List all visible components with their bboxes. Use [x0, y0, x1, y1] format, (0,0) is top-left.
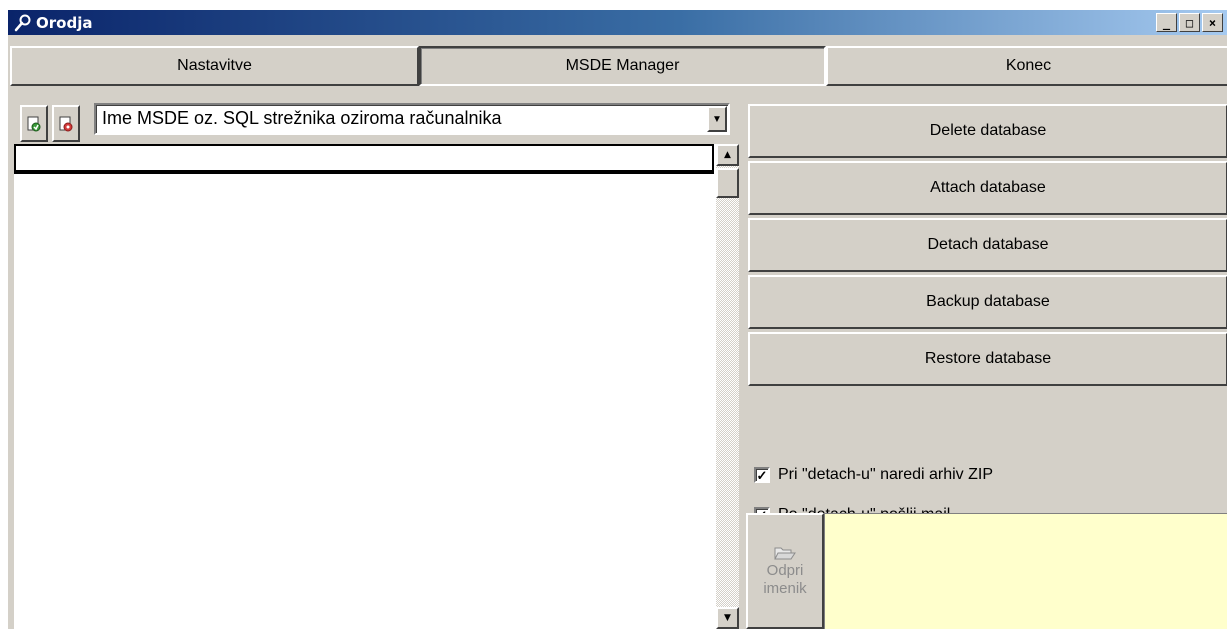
backup-database-button[interactable]: Backup database — [748, 275, 1227, 329]
zip-archive-label: Pri "detach-u" naredi arhiv ZIP — [778, 466, 994, 483]
open-folder-label-1: Odpri — [766, 562, 804, 579]
delete-database-button[interactable]: Delete database — [748, 104, 1227, 158]
disconnect-server-button[interactable] — [52, 105, 80, 142]
close-button[interactable]: × — [1202, 13, 1223, 32]
window-title: Orodja — [36, 13, 93, 32]
server-name-combo[interactable]: Ime MSDE oz. SQL strežnika oziroma račun… — [94, 103, 730, 135]
detach-database-button[interactable]: Detach database — [748, 218, 1227, 272]
attach-database-button[interactable]: Attach database — [748, 161, 1227, 215]
list-item[interactable] — [14, 144, 714, 174]
connect-server-button[interactable] — [20, 105, 48, 142]
tab-nastavitve[interactable]: Nastavitve — [10, 46, 419, 86]
maximize-button[interactable]: □ — [1179, 13, 1200, 32]
zip-archive-option[interactable]: ✓ Pri "detach-u" naredi arhiv ZIP — [754, 466, 993, 484]
scroll-down-icon[interactable]: ▼ — [716, 607, 739, 629]
tab-msde-manager[interactable]: MSDE Manager — [419, 46, 826, 86]
scroll-up-icon[interactable]: ▲ — [716, 144, 739, 166]
database-list[interactable] — [14, 144, 716, 629]
server-name-value: Ime MSDE oz. SQL strežnika oziroma račun… — [102, 108, 502, 128]
open-folder-icon — [774, 547, 796, 560]
close-icon: × — [1208, 15, 1217, 30]
dropdown-arrow-icon[interactable]: ▼ — [707, 106, 727, 132]
open-folder-label-2: imenik — [763, 580, 807, 597]
maximize-icon: □ — [1185, 15, 1194, 30]
tab-konec[interactable]: Konec — [826, 46, 1227, 86]
disconnect-server-icon — [59, 116, 73, 131]
database-list-scrollbar[interactable]: ▲ ▼ — [716, 144, 739, 629]
restore-database-button[interactable]: Restore database — [748, 332, 1227, 386]
minimize-icon: _ — [1162, 15, 1171, 30]
connect-server-icon — [27, 116, 41, 131]
actions-pane: Delete database Attach database Detach d… — [744, 100, 1227, 629]
wrench-icon — [12, 13, 34, 33]
minimize-button[interactable]: _ — [1156, 13, 1177, 32]
scroll-thumb[interactable] — [716, 168, 739, 198]
zip-archive-checkbox[interactable]: ✓ — [754, 467, 770, 483]
open-folder-button[interactable]: Odpri imenik — [746, 513, 824, 629]
server-pane: Ime MSDE oz. SQL strežnika oziroma račun… — [12, 100, 739, 629]
main-tabs: Nastavitve MSDE Manager Konec — [10, 32, 1227, 88]
folder-info-box — [824, 513, 1227, 629]
